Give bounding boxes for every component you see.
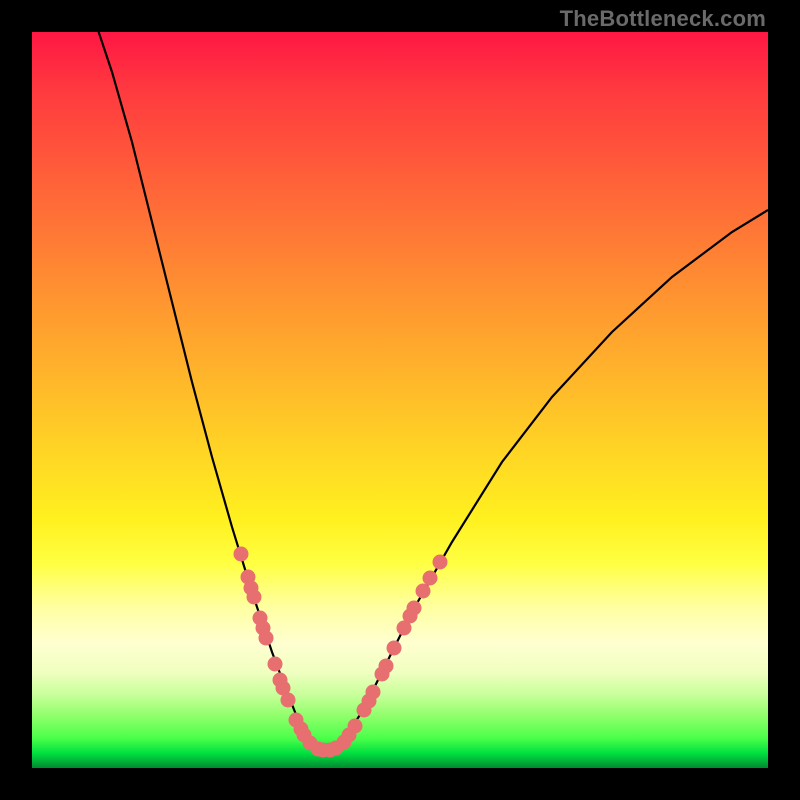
chart-frame — [32, 32, 768, 768]
watermark-text: TheBottleneck.com — [560, 6, 766, 32]
gradient-background — [32, 32, 768, 768]
